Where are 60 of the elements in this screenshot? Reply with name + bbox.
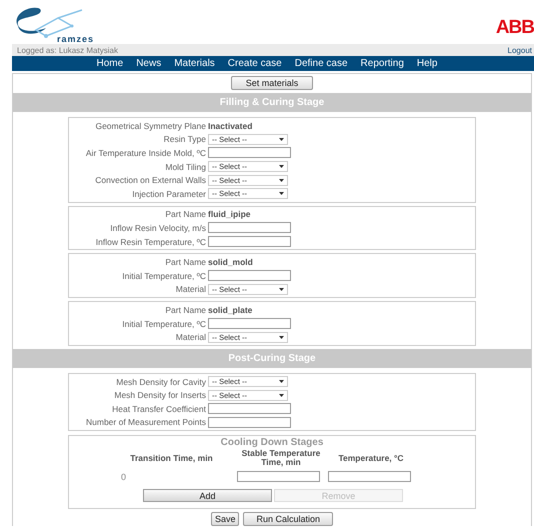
field-label: Inflow Resin Temperature, ºC [94, 236, 206, 247]
nav-link[interactable]: Define case [294, 58, 348, 69]
column-header: Temperature, °C [337, 454, 405, 463]
input-field[interactable] [208, 236, 291, 248]
field-label: Injection Parameter [131, 188, 206, 199]
field-label: Mesh Density for Inserts [113, 390, 206, 400]
caret-icon [279, 288, 284, 291]
add-button[interactable]: Add [143, 489, 272, 502]
column-header: Transition Time, min [129, 454, 214, 463]
transition-time-value: 0 [120, 472, 128, 482]
nav-link[interactable]: Reporting [360, 58, 404, 69]
nav-link[interactable]: News [136, 58, 162, 69]
logout-link[interactable]: Logout [508, 46, 534, 54]
run-calculation-button[interactable]: Run Calculation [243, 512, 334, 526]
nav-link[interactable]: Home [96, 58, 124, 69]
nav-link[interactable]: Create case [228, 58, 282, 69]
field-label: Number of Measurement Points [85, 417, 206, 428]
save-button[interactable]: Save [210, 512, 240, 526]
field-label: Mesh Density for Cavity [115, 376, 206, 387]
field-label: Resin Type [162, 134, 206, 144]
input-field[interactable] [237, 471, 320, 482]
caret-icon [279, 380, 284, 384]
nav-link[interactable]: Help [416, 58, 438, 69]
input-field[interactable] [208, 270, 291, 282]
input-field[interactable] [208, 416, 291, 428]
field-value: solid_plate [208, 304, 254, 315]
field-label: Geometrical Symmetry Plane [94, 120, 206, 131]
nav-link[interactable]: Materials [174, 58, 215, 69]
input-field[interactable] [208, 318, 291, 330]
column-header: Stable Temperature Time, min [240, 449, 322, 468]
field-label: Part Name [164, 257, 206, 268]
field-value: fluid_ipipe [208, 209, 252, 220]
field-label: Convection on External Walls [94, 175, 206, 186]
field-label: Material [174, 284, 206, 294]
set-materials-button[interactable]: Set materials [230, 76, 314, 90]
field-label: Part Name [164, 209, 206, 220]
caret-icon [279, 336, 284, 339]
brand-logo: ABB [496, 17, 534, 39]
caret-icon [279, 192, 284, 196]
caret-icon [279, 394, 284, 397]
field-label: Initial Temperature, ºC [121, 270, 206, 281]
input-field[interactable] [208, 222, 291, 234]
caret-icon [279, 178, 284, 182]
caret-icon [279, 138, 284, 141]
field-value: Inactivated [208, 120, 254, 131]
input-field[interactable] [328, 471, 411, 482]
input-field[interactable] [208, 147, 291, 158]
field-label: Mold Tiling [164, 162, 206, 172]
cooling-title: Cooling Down Stages [220, 437, 324, 448]
field-value: solid_mold [208, 257, 254, 268]
field-label: Part Name [164, 304, 206, 315]
input-field[interactable] [208, 403, 291, 414]
field-label: Inflow Resin Velocity, m/s [109, 222, 206, 233]
logo-text: ramzes [57, 34, 94, 44]
field-label: Air Temperature Inside Mold, ºC [84, 148, 206, 158]
field-label: Heat Transfer Coefficient [111, 404, 206, 414]
field-label: Material [174, 332, 206, 342]
caret-icon [279, 165, 284, 168]
field-label: Initial Temperature, ºC [121, 318, 206, 329]
logged-user-text: Logged as: Lukasz Matysiak [16, 46, 118, 54]
